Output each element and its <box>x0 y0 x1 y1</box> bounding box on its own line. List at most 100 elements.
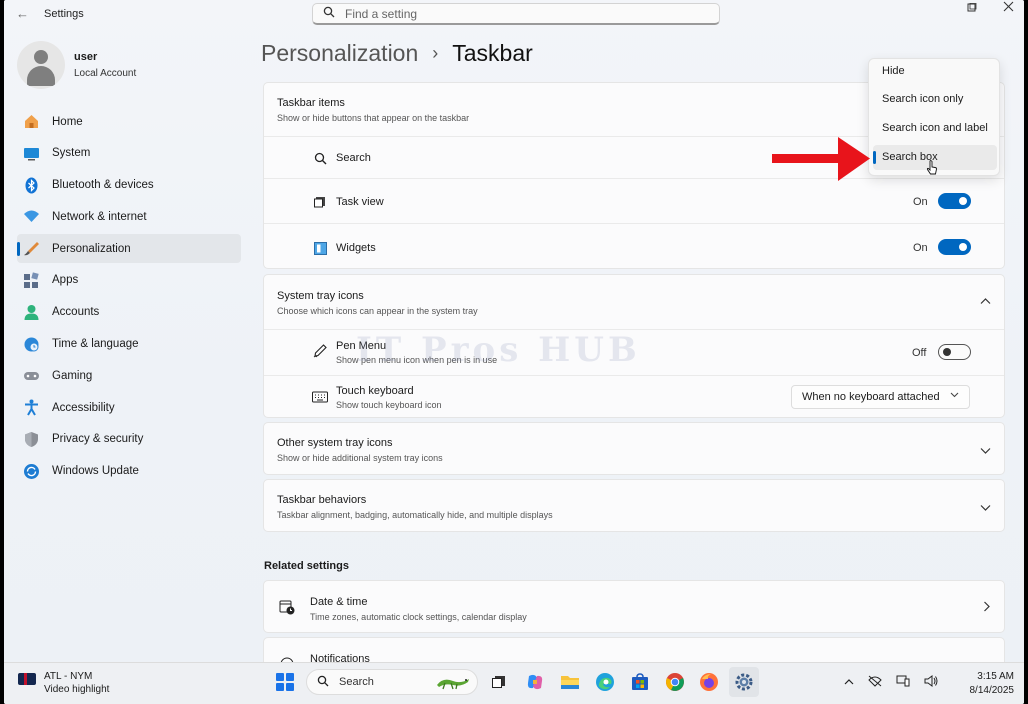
settings-window: ← Settings user Local Ac <box>4 0 1024 662</box>
sidebar-item-label: System <box>52 147 91 160</box>
task-view-toggle[interactable] <box>938 193 971 209</box>
card-subtitle: Show or hide buttons that appear on the … <box>277 113 470 123</box>
clock-date: 8/14/2025 <box>969 685 1015 696</box>
settings-app-icon[interactable] <box>729 667 759 697</box>
firefox-icon[interactable] <box>698 671 720 693</box>
apps-icon <box>23 272 40 289</box>
chevron-right-icon[interactable] <box>983 601 991 615</box>
app-title: Settings <box>44 8 84 20</box>
widgets-state: On <box>913 242 928 254</box>
widget-title: ATL - NYM <box>44 671 93 682</box>
chevron-down-icon <box>950 390 959 401</box>
gecko-highlight-icon <box>437 679 469 690</box>
taskbar-behaviors-card[interactable]: Taskbar behaviors Taskbar alignment, bad… <box>263 479 1005 532</box>
file-explorer-icon[interactable] <box>559 671 581 693</box>
sidebar-item-home[interactable]: Home <box>17 107 241 136</box>
sidebar-item-label: Network & internet <box>52 210 147 223</box>
sidebar-item-label: Personalization <box>52 242 131 255</box>
user-profile[interactable]: user Local Account <box>17 41 136 89</box>
sidebar-item-accounts[interactable]: Accounts <box>17 298 241 327</box>
taskbar-search-box[interactable]: Search <box>306 669 478 695</box>
card-title: Taskbar behaviors <box>277 494 367 506</box>
bluetooth-icon <box>23 177 40 194</box>
copilot-icon[interactable] <box>524 671 546 693</box>
widgets-toggle[interactable] <box>938 239 971 255</box>
clock-globe-icon <box>23 336 40 353</box>
menu-item-search-icon-only[interactable]: Search icon only <box>873 87 997 112</box>
notifications-card[interactable]: Notifications <box>263 637 1005 662</box>
sidebar-item-privacy[interactable]: Privacy & security <box>17 425 241 454</box>
sidebar-item-time-language[interactable]: Time & language <box>17 330 241 359</box>
task-view-row-label: Task view <box>336 196 384 208</box>
sidebar-item-label: Bluetooth & devices <box>52 179 154 192</box>
sidebar-item-windows-update[interactable]: Windows Update <box>17 457 241 486</box>
store-icon[interactable] <box>629 671 651 693</box>
search-row-label: Search <box>336 152 371 164</box>
brush-icon <box>23 240 40 257</box>
chevron-up-icon[interactable] <box>980 294 991 308</box>
sidebar-item-label: Home <box>52 115 83 128</box>
sidebar-item-label: Accounts <box>52 306 100 319</box>
calendar-clock-icon <box>279 599 295 615</box>
sidebar-item-gaming[interactable]: Gaming <box>17 361 241 390</box>
taskbar-clock[interactable]: 3:15 AM 8/14/2025 <box>970 670 1015 698</box>
touch-keyboard-select[interactable]: When no keyboard attached <box>791 385 970 409</box>
pen-menu-toggle[interactable] <box>938 344 971 360</box>
sidebar-item-label: Gaming <box>52 369 93 382</box>
sidebar-item-system[interactable]: System <box>17 139 241 168</box>
sidebar-item-label: Accessibility <box>52 401 115 414</box>
devices-icon[interactable] <box>896 675 910 690</box>
breadcrumb: Personalization › Taskbar <box>261 40 533 67</box>
network-disconnected-icon[interactable] <box>868 675 882 690</box>
page-title: Taskbar <box>452 40 533 66</box>
pen-menu-state: Off <box>912 347 927 359</box>
chrome-icon[interactable] <box>664 671 686 693</box>
search-icon <box>317 675 329 690</box>
menu-item-hide[interactable]: Hide <box>873 59 997 84</box>
edge-icon[interactable] <box>594 671 616 693</box>
other-tray-icons-card[interactable]: Other system tray icons Show or hide add… <box>263 422 1005 475</box>
taskbar-items-header[interactable]: Taskbar items Show or hide buttons that … <box>277 97 469 123</box>
chevron-down-icon[interactable] <box>980 501 991 515</box>
sidebar-item-personalization[interactable]: Personalization <box>17 234 241 264</box>
title-bar: ← Settings <box>4 0 1024 28</box>
start-button-icon[interactable] <box>276 673 294 691</box>
sidebar-item-label: Time & language <box>52 338 139 351</box>
card-subtitle: Taskbar alignment, badging, automaticall… <box>277 510 553 520</box>
shield-icon <box>23 431 40 448</box>
news-widget[interactable]: ATL - NYM Video highlight <box>18 670 109 696</box>
home-icon <box>23 113 40 130</box>
task-view-icon[interactable] <box>488 671 510 693</box>
touch-keyboard-sublabel: Show touch keyboard icon <box>336 400 442 410</box>
person-icon <box>23 304 40 321</box>
update-icon <box>23 463 40 480</box>
maximize-icon[interactable] <box>967 2 977 16</box>
bell-icon <box>279 655 295 662</box>
sidebar-item-network[interactable]: Network & internet <box>17 202 241 231</box>
mouse-cursor-icon <box>926 160 937 175</box>
sidebar-item-accessibility[interactable]: Accessibility <box>17 393 241 422</box>
gamepad-icon <box>23 367 40 384</box>
chevron-down-icon[interactable] <box>980 444 991 458</box>
search-input[interactable] <box>345 6 705 21</box>
os-taskbar: ATL - NYM Video highlight Search 3:15 AM… <box>4 662 1024 704</box>
volume-icon[interactable] <box>924 675 938 690</box>
breadcrumb-separator: › <box>432 43 439 63</box>
sidebar-item-bluetooth[interactable]: Bluetooth & devices <box>17 171 241 200</box>
back-arrow-icon[interactable]: ← <box>16 6 29 21</box>
profile-account-type: Local Account <box>74 68 137 79</box>
profile-name: user <box>74 51 98 63</box>
sidebar-item-apps[interactable]: Apps <box>17 266 241 295</box>
search-icon <box>323 6 335 21</box>
close-icon[interactable] <box>1003 1 1014 16</box>
breadcrumb-parent[interactable]: Personalization <box>261 40 418 67</box>
system-tray-header[interactable]: System tray icons Choose which icons can… <box>277 290 478 316</box>
menu-item-search-icon-and-label[interactable]: Search icon and label <box>873 116 997 141</box>
system-icon <box>23 145 40 162</box>
sidebar-item-label: Windows Update <box>52 465 139 478</box>
date-time-card[interactable]: Date & time Time zones, automatic clock … <box>263 580 1005 633</box>
chevron-up-icon[interactable] <box>844 675 854 690</box>
card-title: Other system tray icons <box>277 437 393 449</box>
clock-time: 3:15 AM <box>977 671 1014 682</box>
find-setting-search[interactable] <box>312 3 720 25</box>
